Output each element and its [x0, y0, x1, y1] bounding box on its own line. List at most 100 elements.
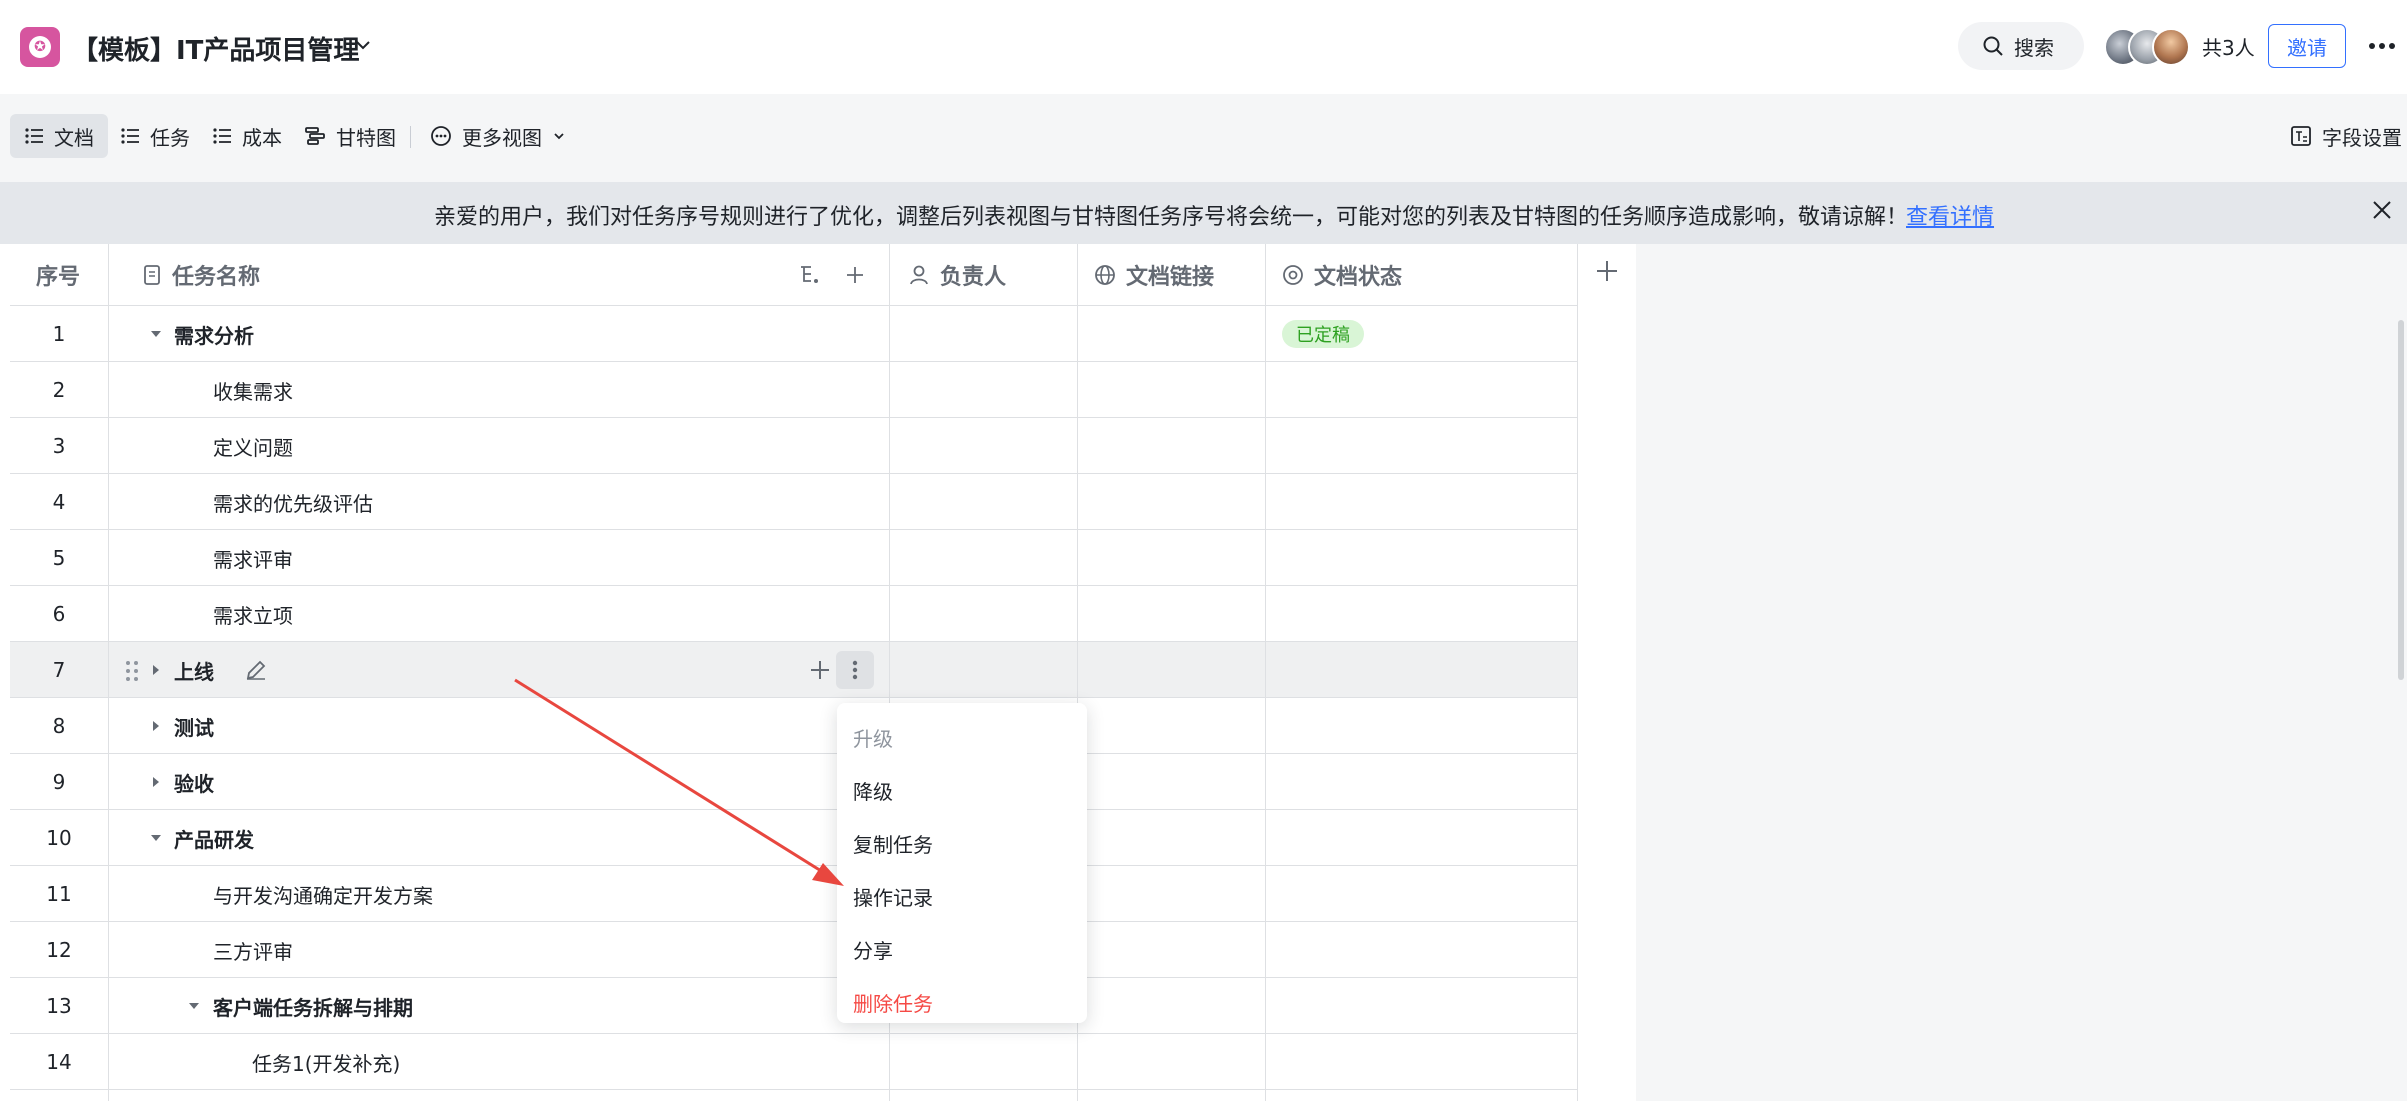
task-name[interactable]: 需求分析: [174, 306, 254, 362]
drag-handle-icon[interactable]: [125, 660, 139, 682]
table-row[interactable]: 11 与开发沟通确定开发方案: [10, 866, 1578, 922]
column-header-number[interactable]: 序号: [36, 244, 80, 306]
task-name[interactable]: 与开发沟通确定开发方案: [213, 866, 433, 922]
row-number: 4: [52, 490, 66, 514]
menu-item: 升级: [853, 727, 893, 751]
row-number: 1: [52, 322, 66, 346]
list-icon: [25, 128, 43, 144]
task-name[interactable]: 客户端任务拆解与排期: [213, 978, 413, 1034]
table-row[interactable]: 2 收集需求: [10, 362, 1578, 418]
add-subtask-icon[interactable]: [808, 658, 832, 682]
gantt-icon: [305, 127, 325, 145]
search-button[interactable]: 搜索: [1958, 22, 2084, 70]
edit-icon[interactable]: [244, 658, 268, 682]
table-row[interactable]: 9 验收: [10, 754, 1578, 810]
member-avatars[interactable]: [2104, 28, 2190, 66]
member-count[interactable]: 共3人: [2202, 32, 2255, 61]
row-number: 7: [52, 658, 66, 682]
task-name[interactable]: 验收: [174, 754, 214, 810]
table-header: 序号 任务名称 负责人 文档链接 文档状态: [10, 244, 1578, 306]
caret-right-icon[interactable]: [146, 642, 166, 698]
tab-cost[interactable]: 成本: [198, 114, 296, 158]
table-row[interactable]: 14 任务1(开发补充): [10, 1034, 1578, 1090]
caret-down-icon[interactable]: [184, 978, 204, 1034]
task-name[interactable]: 测试: [174, 698, 214, 754]
row-number: 8: [52, 714, 66, 738]
table-row[interactable]: 1 需求分析 已定稿: [10, 306, 1578, 362]
table-row[interactable]: 3 定义问题: [10, 418, 1578, 474]
menu-item[interactable]: 删除任务: [837, 976, 1087, 1029]
task-name[interactable]: 收集需求: [213, 362, 293, 418]
more-options-icon[interactable]: [2366, 30, 2398, 62]
row-number: 14: [46, 1050, 72, 1074]
search-icon: [1983, 36, 2003, 56]
table-row[interactable]: 10 产品研发: [10, 810, 1578, 866]
document-icon: [144, 265, 160, 285]
app-logo-icon: ✪: [20, 27, 60, 67]
table-row[interactable]: 6 需求立项: [10, 586, 1578, 642]
task-name[interactable]: 需求立项: [213, 586, 293, 642]
row-number: 12: [46, 938, 72, 962]
caret-down-icon[interactable]: [146, 810, 166, 866]
table-row[interactable]: 12 三方评审: [10, 922, 1578, 978]
notice-text: 亲爱的用户，我们对任务序号规则进行了优化，调整后列表视图与甘特图任务序号将会统一…: [434, 205, 1909, 230]
column-header-label: 任务名称: [172, 265, 261, 290]
menu-item[interactable]: 复制任务: [837, 817, 1087, 870]
tab-tasks[interactable]: 任务: [106, 114, 204, 158]
tab-label: 文档: [54, 125, 94, 150]
top-header: ✪ 【模板】IT产品项目管理 搜索 共3人 邀请: [0, 0, 2407, 94]
task-name[interactable]: 上线: [174, 642, 214, 698]
row-more-button[interactable]: [836, 651, 874, 689]
list-icon: [213, 128, 231, 144]
menu-item[interactable]: 分享: [837, 923, 1087, 976]
menu-item[interactable]: 降级: [837, 764, 1087, 817]
caret-right-icon[interactable]: [146, 698, 166, 754]
status-badge[interactable]: 已定稿: [1282, 320, 1364, 348]
table-row[interactable]: 4 需求的优先级评估: [10, 474, 1578, 530]
column-header-owner[interactable]: 负责人: [908, 244, 1006, 306]
more-views-button[interactable]: 更多视图: [416, 114, 580, 158]
column-header-label: 文档状态: [1314, 265, 1403, 290]
caret-right-icon[interactable]: [146, 754, 166, 810]
field-settings-label: 字段设置: [2322, 125, 2402, 150]
more-views-label: 更多视图: [462, 125, 542, 150]
task-name[interactable]: 任务1(开发补充): [252, 1034, 400, 1090]
close-icon[interactable]: [2370, 198, 2394, 222]
invite-button[interactable]: 邀请: [2268, 24, 2346, 68]
notice-details-link[interactable]: 查看详情: [1906, 199, 1994, 231]
task-name[interactable]: 定义问题: [213, 418, 293, 474]
row-number: 6: [52, 602, 66, 626]
row-number: 5: [52, 546, 66, 570]
tab-gantt[interactable]: 甘特图: [290, 114, 410, 158]
add-icon[interactable]: [844, 264, 866, 286]
vertical-scrollbar[interactable]: [2398, 320, 2404, 680]
task-name[interactable]: 需求评审: [213, 530, 293, 586]
table-row[interactable]: 7 上线: [10, 642, 1578, 698]
person-icon: [910, 265, 928, 285]
notice-banner: 亲爱的用户，我们对任务序号规则进行了优化，调整后列表视图与甘特图任务序号将会统一…: [0, 182, 2407, 244]
table-row[interactable]: 8 测试: [10, 698, 1578, 754]
page-title[interactable]: 【模板】IT产品项目管理: [72, 30, 359, 67]
add-column-icon[interactable]: [1594, 258, 1620, 284]
field-settings-button[interactable]: 字段设置: [2290, 114, 2402, 158]
task-name[interactable]: 产品研发: [174, 810, 254, 866]
caret-down-icon[interactable]: [146, 306, 166, 362]
column-header-task-name[interactable]: 任务名称: [142, 244, 260, 306]
toolbar-divider: [410, 126, 411, 148]
task-name[interactable]: 三方评审: [213, 922, 293, 978]
column-header-doc-link[interactable]: 文档链接: [1094, 244, 1214, 306]
task-name[interactable]: 需求的优先级评估: [213, 474, 373, 530]
row-number: 2: [52, 378, 66, 402]
chevron-down-icon[interactable]: [352, 34, 374, 56]
table-row[interactable]: 13 客户端任务拆解与排期: [10, 978, 1578, 1034]
subtask-icon[interactable]: [798, 264, 822, 286]
menu-item[interactable]: 操作记录: [837, 870, 1087, 923]
task-context-menu: 升级 降级 复制任务 操作记录 分享 删除任务: [837, 703, 1087, 1023]
tab-documents[interactable]: 文档: [10, 114, 108, 158]
table-row[interactable]: 5 需求评审: [10, 530, 1578, 586]
column-header-doc-status[interactable]: 文档状态: [1282, 244, 1402, 306]
field-settings-icon: [2291, 126, 2311, 146]
column-header-label: 负责人: [940, 265, 1007, 290]
row-number: 13: [46, 994, 72, 1018]
table-empty-area: [1636, 244, 2407, 1101]
